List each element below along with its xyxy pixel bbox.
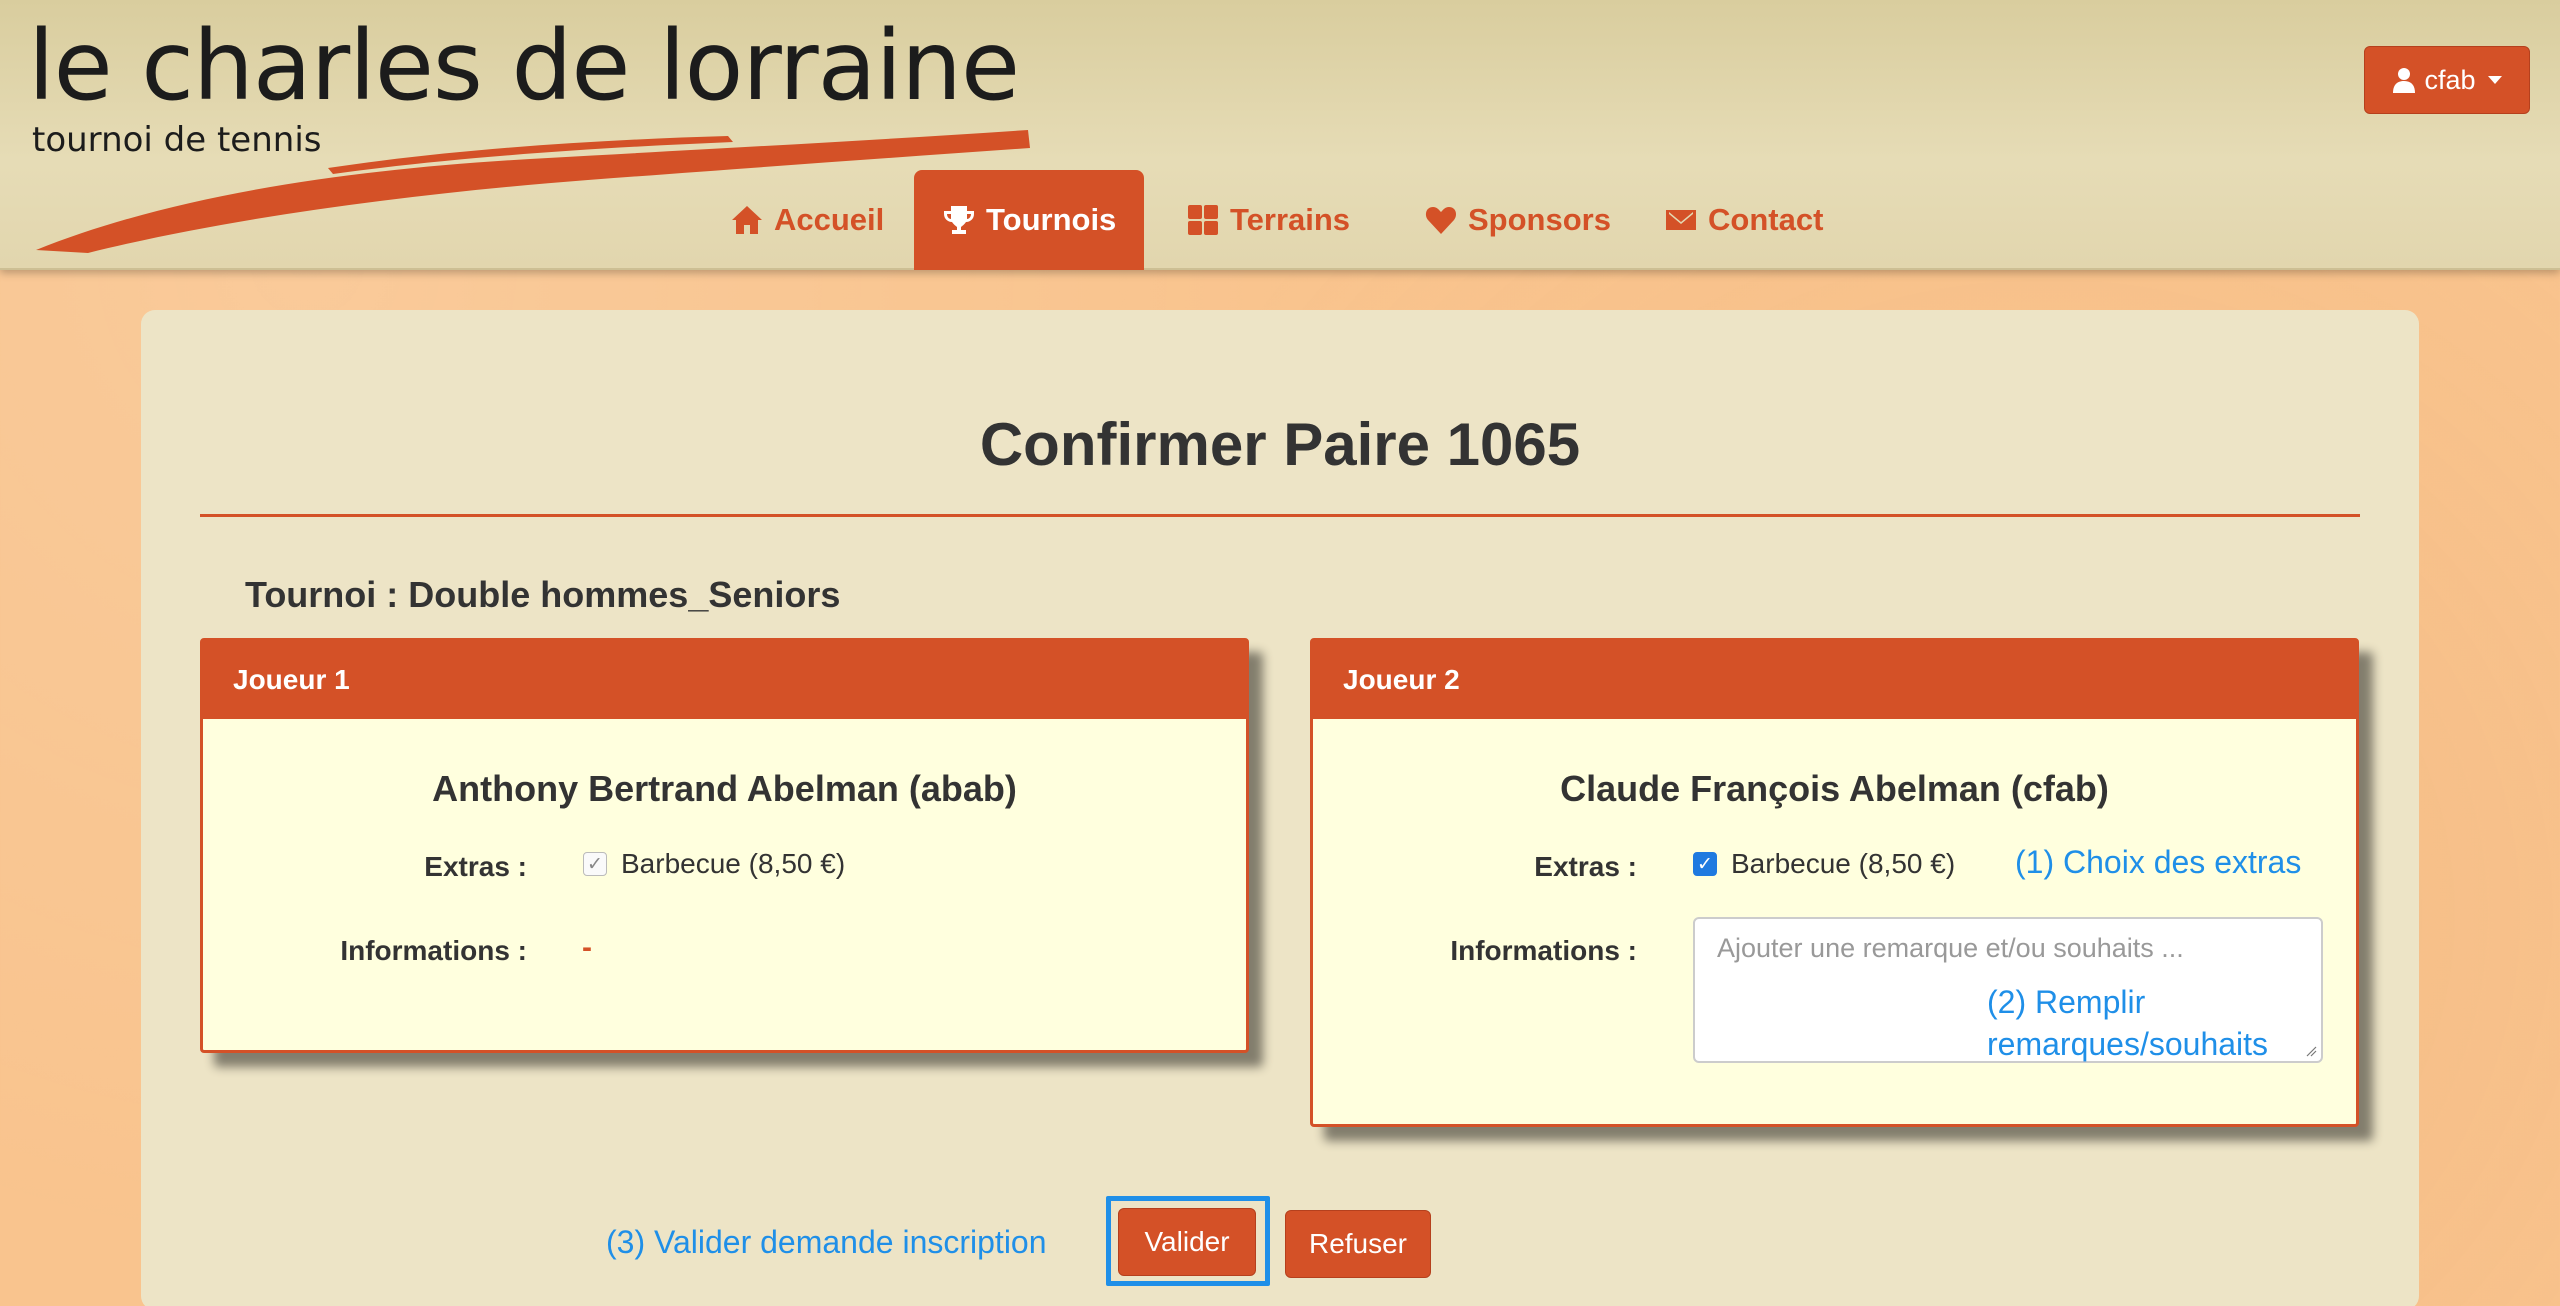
player1-name: Anthony Bertrand Abelman (abab) [432,768,1017,809]
nav-item-label: Accueil [774,202,885,237]
player2-info-label: Informations : [1450,935,1637,966]
heart-icon [1425,207,1457,234]
nav-item-sponsors[interactable]: Sponsors [1394,170,1641,270]
player2-extras-label: Extras : [1534,851,1637,882]
user-icon [2393,68,2416,93]
chevron-down-icon [2487,76,2502,84]
annotation-step1: (1) Choix des extras [2015,844,2302,880]
validate-button[interactable]: Valider [1118,1208,1256,1276]
player2-name: Claude François Abelman (cfab) [1560,768,2109,809]
tournament-label: Tournoi : Double hommes_Seniors [245,574,841,615]
player2-card-header: Joueur 2 [1313,641,2356,719]
annotation-step2-line2: remarques/souhaits [1987,1026,2269,1062]
site-header: le charles de lorraine tournoi de tennis… [0,0,2560,270]
annotation-step3: (3) Valider demande inscription [606,1224,1047,1260]
home-icon [732,206,762,234]
nav-item-accueil[interactable]: Accueil [700,170,914,270]
grid-icon [1188,205,1218,235]
refuse-button[interactable]: Refuser [1285,1210,1431,1278]
nav-item-contact[interactable]: Contact [1634,170,1853,270]
player1-info-value: - [582,931,592,964]
user-menu-button[interactable]: cfab [2364,46,2530,114]
player1-card: Joueur 1 Anthony Bertrand Abelman (abab)… [200,638,1249,1053]
nav-item-label: Tournois [986,202,1117,237]
nav-item-tournois[interactable]: Tournois [914,170,1145,270]
logo-title: le charles de lorraine [28,10,1020,122]
trophy-icon [944,206,974,234]
resize-grip-icon[interactable] [2305,1045,2317,1057]
player1-extra-option: ✓ Barbecue (8,50 €) [583,848,845,880]
nav-item-label: Terrains [1230,202,1351,237]
title-divider [200,514,2360,517]
page-title: Confirmer Paire 1065 [979,411,1581,478]
player1-info-label: Informations : [340,935,527,966]
nav-item-terrains[interactable]: Terrains [1156,170,1380,270]
player1-extra-checkbox: ✓ [583,852,607,876]
nav-item-label: Contact [1708,202,1824,237]
player2-extra-checkbox[interactable]: ✓ [1693,852,1717,876]
player1-extras-label: Extras : [424,851,527,882]
textarea-placeholder: Ajouter une remarque et/ou souhaits ... [1717,933,2184,963]
envelope-icon [1666,210,1696,230]
logo-subtitle: tournoi de tennis [32,120,322,160]
player1-extra-label: Barbecue (8,50 €) [621,848,846,879]
player2-extra-option[interactable]: ✓ Barbecue (8,50 €) [1693,848,1955,880]
nav-item-label: Sponsors [1468,202,1611,237]
player2-extra-label[interactable]: Barbecue (8,50 €) [1731,848,1955,880]
annotation-step2-line1: (2) Remplir [1987,984,2146,1020]
player1-card-header: Joueur 1 [203,641,1246,719]
user-menu-label: cfab [2424,64,2476,95]
